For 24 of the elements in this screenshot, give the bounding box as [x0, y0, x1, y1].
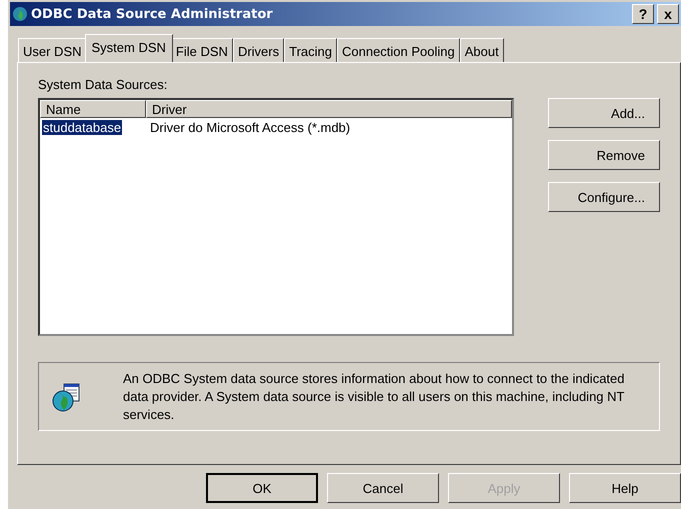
tab[interactable]: Drivers	[232, 38, 284, 62]
side-button[interactable]: Add...	[548, 98, 660, 128]
tab[interactable]: Tracing	[284, 38, 337, 62]
tab[interactable]: About	[460, 38, 504, 62]
tab[interactable]: System DSN	[84, 34, 173, 62]
info-text: An ODBC System data source stores information about how to connect to the indicated data provider. A System data source is visible to all users on this machine, including NT services.	[123, 370, 626, 424]
side-button[interactable]: Configure...	[548, 182, 660, 212]
close-button[interactable]: x	[657, 4, 679, 24]
list-label: System Data Sources:	[38, 77, 168, 92]
tab[interactable]: Connection Pooling	[336, 38, 460, 62]
globe-icon	[12, 6, 28, 22]
tab[interactable]: File DSN	[170, 38, 233, 62]
data-source-list[interactable]: Name Driver studdatabase Driver do Microsoft Access (*.mdb)	[38, 98, 514, 336]
table-cell: Driver do Microsoft Access (*.mdb)	[150, 120, 350, 135]
column-header[interactable]: Name	[40, 100, 146, 118]
column-header[interactable]: Driver	[146, 100, 512, 118]
side-button[interactable]: Remove	[548, 140, 660, 170]
dialog-button[interactable]: OK	[206, 473, 318, 503]
dialog-button[interactable]: Cancel	[327, 473, 439, 503]
dialog-button[interactable]: Help	[569, 473, 681, 503]
window-title: ODBC Data Source Administrator	[31, 6, 274, 22]
help-button[interactable]: ?	[632, 4, 654, 24]
tab[interactable]: User DSN	[18, 38, 87, 62]
table-cell[interactable]: studdatabase	[42, 120, 122, 135]
